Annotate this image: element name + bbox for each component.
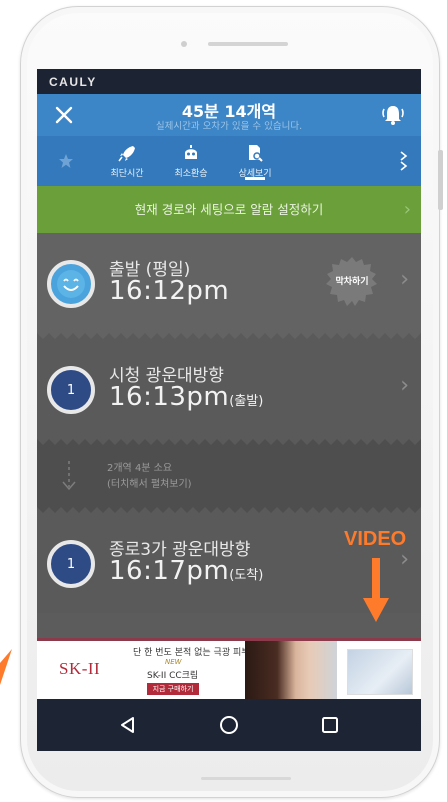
- tab-label: 최단시간: [110, 168, 144, 179]
- stop-time-suffix: (도착): [229, 568, 264, 583]
- document-search-icon: [249, 144, 263, 162]
- departure-row[interactable]: 출발 (평일) 16:12pm 막차하기 ›: [37, 233, 421, 333]
- stop-time: 16:13pm(출발): [109, 382, 264, 412]
- phone-side-button: [438, 150, 443, 210]
- chevron-right-icon: ›: [403, 199, 411, 220]
- set-alarm-button[interactable]: 현재 경로와 세팅으로 알람 설정하기 ›: [37, 186, 421, 233]
- arrow-down-icon: [363, 558, 389, 622]
- speaker-grille: [208, 42, 288, 46]
- route-header: 45분 14개역 실제시간과 오차가 있을 수 있습니다.: [37, 94, 421, 136]
- boarding-stop-row[interactable]: 1 시청 광운대방향 16:13pm(출발) ›: [37, 339, 421, 439]
- transit-hint: (터치해서 펼쳐보기): [107, 479, 192, 490]
- chevron-right-icon: ›: [400, 267, 409, 292]
- android-nav-bar: [37, 699, 421, 751]
- ad-banner[interactable]: SK-II 단 한 번도 본적 없는 극광 피부 NEW SK-II CC크림 …: [37, 638, 421, 699]
- line-number-badge: 1: [47, 366, 95, 414]
- arrow-down-icon: [62, 461, 76, 491]
- ad-brand-logo: SK-II: [59, 659, 101, 678]
- last-train-stamp[interactable]: 막차하기: [325, 274, 379, 287]
- line-number-badge: 1: [47, 540, 95, 588]
- app-screen: CAULY 45분 14개역 실제시간과 오차가 있을 수 있습니다. 최단시간…: [37, 69, 421, 751]
- home-button[interactable]: [214, 710, 244, 740]
- alarm-button[interactable]: [379, 102, 407, 128]
- ad-model-photo: [245, 641, 337, 699]
- rocket-icon: [118, 145, 135, 161]
- tab-least-transfer[interactable]: 최소환승: [159, 136, 223, 186]
- star-icon: [59, 154, 73, 168]
- ad-tag: NEW: [165, 658, 182, 666]
- stop-time: 16:17pm(도착): [109, 556, 264, 586]
- ad-headline: 단 한 번도 본적 없는 극광 피부: [133, 648, 250, 658]
- video-annotation-label: VIDEO: [344, 528, 407, 550]
- home-circle-icon: [219, 716, 238, 734]
- transit-expand-row[interactable]: 2개역 4분 소요 (터치해서 펼쳐보기): [37, 445, 421, 507]
- arrow-partial-icon: [0, 649, 12, 685]
- ad-cta-button[interactable]: 지금 구매하기: [147, 683, 199, 695]
- tab-label: 최소환승: [174, 168, 208, 179]
- bell-ringing-icon: [382, 106, 404, 125]
- smiley-icon: [47, 260, 95, 308]
- tab-label: 상세보기: [238, 168, 272, 179]
- ad-video-thumbnail: [347, 649, 413, 695]
- robot-icon: [185, 144, 197, 159]
- recents-square-icon: [322, 717, 339, 733]
- back-button[interactable]: [113, 710, 143, 740]
- favorite-button[interactable]: [37, 136, 95, 186]
- chevron-right-icon: [400, 151, 408, 171]
- ad-product: SK-II CC크림: [147, 671, 199, 681]
- tabs-next-button[interactable]: [387, 136, 421, 186]
- phone-bottom-bar: [201, 777, 291, 780]
- tab-fastest[interactable]: 최단시간: [95, 136, 159, 186]
- camera-icon: [181, 41, 187, 47]
- back-triangle-icon: [120, 717, 134, 733]
- set-alarm-label: 현재 경로와 세팅으로 알람 설정하기: [134, 202, 324, 217]
- stop-time-suffix: (출발): [229, 394, 264, 409]
- departure-time: 16:12pm: [109, 276, 230, 306]
- route-disclaimer: 실제시간과 오차가 있을 수 있습니다.: [155, 121, 303, 132]
- tab-details[interactable]: 상세보기: [223, 136, 287, 186]
- route-tabs: 최단시간 최소환승 상세보기: [37, 136, 421, 186]
- transit-duration: 2개역 4분 소요: [107, 463, 173, 474]
- recents-button[interactable]: [315, 710, 345, 740]
- ad-network-bar: CAULY: [37, 69, 421, 94]
- chevron-right-icon: ›: [400, 373, 409, 398]
